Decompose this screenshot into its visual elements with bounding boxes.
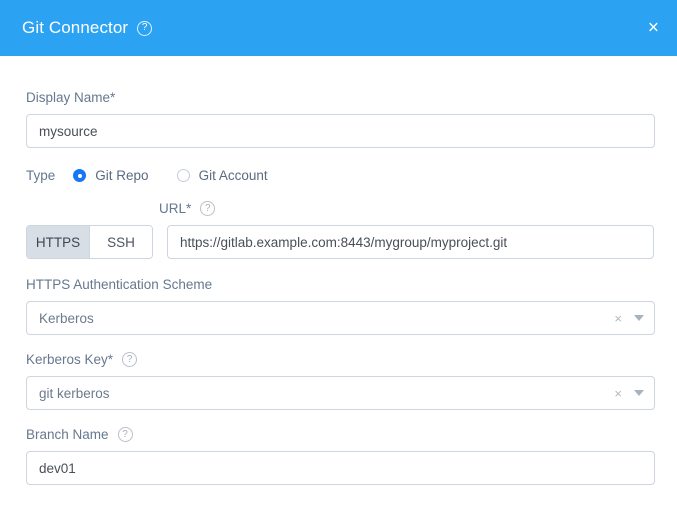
chevron-down-icon[interactable] [634,390,644,396]
kerberos-key-select[interactable]: git kerberos × [26,376,655,410]
type-radio-group: Type Git Repo Git Account [26,168,655,183]
protocol-button-https[interactable]: HTTPS [27,226,89,258]
type-label: Type [26,168,56,183]
auth-scheme-field-group: HTTPS Authentication Scheme Kerberos × [26,277,655,335]
kerberos-key-clear-icon[interactable]: × [614,386,622,401]
url-help-icon[interactable]: ? [200,201,216,216]
kerberos-key-value: git kerberos [39,385,110,401]
auth-scheme-clear-icon[interactable]: × [614,311,622,326]
kerberos-key-field-group: Kerberos Key* ? git kerberos × [26,352,655,410]
protocol-toggle: HTTPS SSH [26,225,153,259]
header-help-icon[interactable]: ? [137,20,153,36]
url-controls: HTTPS SSH [26,225,655,259]
url-label-wrap: URL* ? [159,201,655,216]
branch-name-label: Branch Name [26,427,109,442]
auth-scheme-label: HTTPS Authentication Scheme [26,277,213,292]
dialog-body: Display Name* Type Git Repo Git Account … [0,56,677,485]
dialog-title: Git Connector [22,18,129,37]
dialog-header: Git Connector ? × [0,0,677,56]
chevron-down-icon[interactable] [634,315,644,321]
kerberos-key-help-icon[interactable]: ? [122,352,138,367]
auth-scheme-value: Kerberos [39,310,94,326]
branch-name-field-group: Branch Name ? [26,427,655,485]
radio-label-git-account: Git Account [198,168,268,183]
radio-option-git-account[interactable]: Git Account [176,168,268,183]
radio-option-git-repo[interactable]: Git Repo [73,168,149,183]
radio-label-git-repo: Git Repo [95,168,149,183]
url-label-row: URL* ? [26,201,655,216]
branch-name-label-wrap: Branch Name ? [26,427,655,442]
url-field-group: URL* ? HTTPS SSH [26,201,655,259]
branch-name-help-icon[interactable]: ? [117,427,133,442]
branch-name-input[interactable] [26,451,655,485]
kerberos-key-label-wrap: Kerberos Key* ? [26,352,655,367]
radio-indicator-git-repo [73,169,87,182]
url-label: URL* [159,201,192,216]
display-name-label: Display Name* [26,90,116,105]
display-name-field-group: Display Name* [26,90,655,148]
close-icon[interactable]: × [648,19,659,38]
auth-scheme-select[interactable]: Kerberos × [26,301,655,335]
protocol-button-ssh[interactable]: SSH [89,226,152,258]
radio-indicator-git-account [176,169,190,182]
url-input[interactable] [167,225,654,259]
kerberos-key-label: Kerberos Key* [26,352,114,367]
display-name-input[interactable] [26,114,655,148]
